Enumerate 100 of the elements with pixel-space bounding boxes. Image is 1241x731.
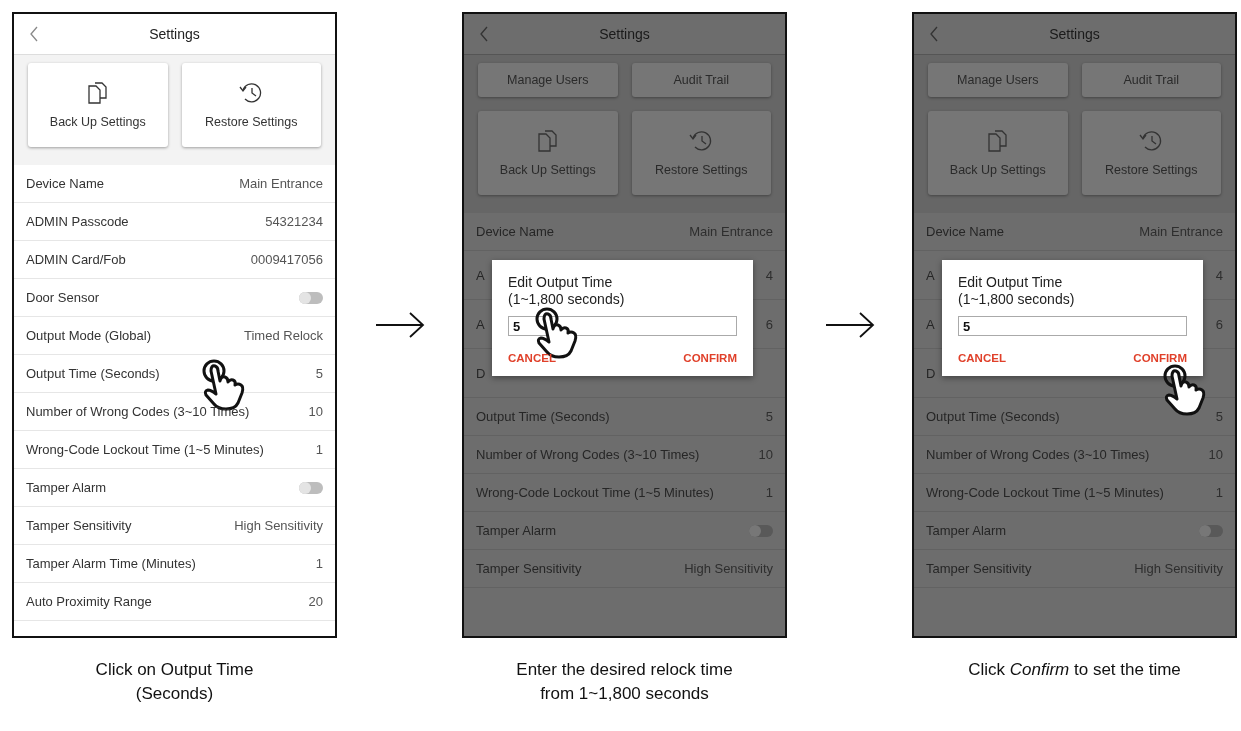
row-label: Tamper Alarm Time (Minutes) (26, 556, 196, 571)
settings-tile[interactable]: Restore Settings (1081, 111, 1221, 195)
toggle-switch[interactable] (299, 481, 323, 494)
settings-row[interactable]: Output Time (Seconds) 5 (14, 355, 335, 393)
row-label: Device Name (926, 224, 1005, 239)
chevron-left-icon (29, 26, 39, 42)
settings-row[interactable]: Auto Proximity Range 20 (14, 583, 335, 621)
settings-row[interactable]: Device Name Main Entrance (914, 213, 1235, 251)
settings-tile[interactable]: Restore Settings (181, 63, 321, 147)
settings-row[interactable]: Tamper Alarm (464, 512, 785, 550)
row-label: Tamper Alarm (26, 480, 107, 495)
settings-tile[interactable]: Back Up Settings (928, 111, 1068, 195)
row-value: High Sensitivity (684, 561, 773, 576)
row-value: Main Entrance (239, 176, 323, 191)
settings-row[interactable]: Tamper Alarm Time (Minutes) 1 (14, 545, 335, 583)
toggle-switch[interactable] (299, 291, 323, 304)
row-value: 1 (1215, 485, 1223, 500)
row-value: 10 (308, 404, 323, 419)
row-value: High Sensitivity (1134, 561, 1223, 576)
settings-tile[interactable]: Audit Trail (631, 63, 771, 97)
toggle-switch[interactable] (1199, 524, 1223, 537)
row-label: Output Time (Seconds) (26, 366, 160, 381)
dialog-title: Edit Output Time (508, 274, 614, 291)
row-label: Wrong-Code Lockout Time (1~5 Minutes) (476, 485, 714, 500)
row-value: High Sensitivity (234, 518, 323, 533)
settings-tile[interactable]: Back Up Settings (478, 111, 618, 195)
step-caption: Click on Output Time (Seconds) (94, 659, 255, 705)
dialog-title: Edit Output Time (958, 274, 1064, 291)
settings-row[interactable]: Tamper Sensitivity High Sensitivity (464, 550, 785, 588)
chevron-left-icon (929, 26, 939, 42)
dialog-button[interactable]: CONFIRM (1133, 350, 1187, 366)
row-label: Output Mode (Global) (26, 328, 151, 343)
row-value: 20 (308, 594, 323, 609)
settings-row[interactable]: ADMIN Passcode 54321234 (14, 203, 335, 241)
documents-icon (86, 81, 109, 105)
dialog-subtitle: (1~1,800 seconds) (508, 291, 626, 308)
settings-row[interactable]: Tamper Sensitivity High Sensitivity (914, 550, 1235, 588)
settings-tile[interactable]: Restore Settings (631, 111, 771, 195)
screen-title: Settings (599, 26, 650, 42)
settings-row[interactable]: Number of Wrong Codes (3~10 Times) 10 (464, 436, 785, 474)
row-value: 5 (765, 409, 773, 424)
toggle-switch[interactable] (749, 524, 773, 537)
row-label: Number of Wrong Codes (3~10 Times) (476, 447, 700, 462)
row-label: A (476, 267, 485, 283)
row-value: 1 (315, 442, 323, 457)
row-label: Wrong-Code Lockout Time (1~5 Minutes) (26, 442, 264, 457)
settings-tile[interactable]: Back Up Settings (28, 63, 168, 147)
row-label: Tamper Alarm (476, 523, 557, 538)
right-arrow-icon (373, 310, 426, 340)
dialog-button[interactable]: CANCEL (508, 350, 556, 366)
row-value: 5 (1215, 409, 1223, 424)
step-caption: Enter the desired relock time from 1~1,800 seconds (515, 659, 734, 705)
settings-tile[interactable]: Manage Users (928, 63, 1068, 97)
settings-row[interactable]: Output Mode (Global) Timed Relock (14, 317, 335, 355)
settings-row[interactable]: Tamper Alarm (14, 469, 335, 507)
settings-row[interactable]: ADMIN Card/Fob 0009417056 (14, 241, 335, 279)
settings-row[interactable]: Device Name Main Entrance (464, 213, 785, 251)
row-label: Tamper Sensitivity (476, 561, 582, 576)
input-field[interactable]: 5 (958, 316, 1187, 336)
row-label: Tamper Sensitivity (26, 518, 132, 533)
settings-row[interactable]: Tamper Sensitivity High Sensitivity (14, 507, 335, 545)
row-label: Number of Wrong Codes (3~10 Times) (926, 447, 1150, 462)
settings-row[interactable]: Tamper Alarm (914, 512, 1235, 550)
row-value: Main Entrance (1139, 224, 1223, 239)
dialog-subtitle: (1~1,800 seconds) (958, 291, 1076, 308)
dialog-button[interactable]: CANCEL (958, 350, 1006, 366)
settings-row[interactable]: Door Sensor (14, 279, 335, 317)
row-label: Door Sensor (26, 290, 99, 305)
settings-row[interactable]: Wrong-Code Lockout Time (1~5 Minutes) 1 (464, 474, 785, 512)
settings-row[interactable]: Number of Wrong Codes (3~10 Times) 10 (14, 393, 335, 431)
right-arrow-icon (823, 310, 876, 340)
row-label: Device Name (26, 176, 105, 191)
row-label: ADMIN Card/Fob (26, 252, 126, 267)
dialog-button[interactable]: CONFIRM (683, 350, 737, 366)
row-label: Device Name (476, 224, 555, 239)
row-value: 6 (765, 316, 773, 332)
row-label: A (926, 316, 935, 332)
row-value: 4 (1215, 267, 1223, 283)
chevron-left-icon (479, 26, 489, 42)
settings-row[interactable]: Number of Wrong Codes (3~10 Times) 10 (914, 436, 1235, 474)
row-value: 10 (1208, 447, 1223, 462)
row-value: 54321234 (265, 214, 323, 229)
row-label: Wrong-Code Lockout Time (1~5 Minutes) (926, 485, 1164, 500)
screen-title: Settings (149, 26, 200, 42)
row-value: Timed Relock (244, 328, 323, 343)
settings-row[interactable]: Wrong-Code Lockout Time (1~5 Minutes) 1 (914, 474, 1235, 512)
documents-icon (986, 129, 1009, 153)
row-value: 6 (1215, 316, 1223, 332)
settings-tile[interactable]: Manage Users (478, 63, 618, 97)
row-value: 1 (765, 485, 773, 500)
settings-row[interactable]: Wrong-Code Lockout Time (1~5 Minutes) 1 (14, 431, 335, 469)
settings-tile[interactable]: Audit Trail (1081, 63, 1221, 97)
row-label: A (476, 316, 485, 332)
settings-row[interactable]: Device Name Main Entrance (14, 165, 335, 203)
step-caption: Click Confirm to set the time (967, 659, 1182, 681)
row-label: Tamper Alarm (926, 523, 1007, 538)
row-value: 10 (758, 447, 773, 462)
settings-row[interactable]: Output Time (Seconds) 5 (464, 398, 785, 436)
row-label: Output Time (Seconds) (926, 409, 1060, 424)
row-value: 4 (765, 267, 773, 283)
